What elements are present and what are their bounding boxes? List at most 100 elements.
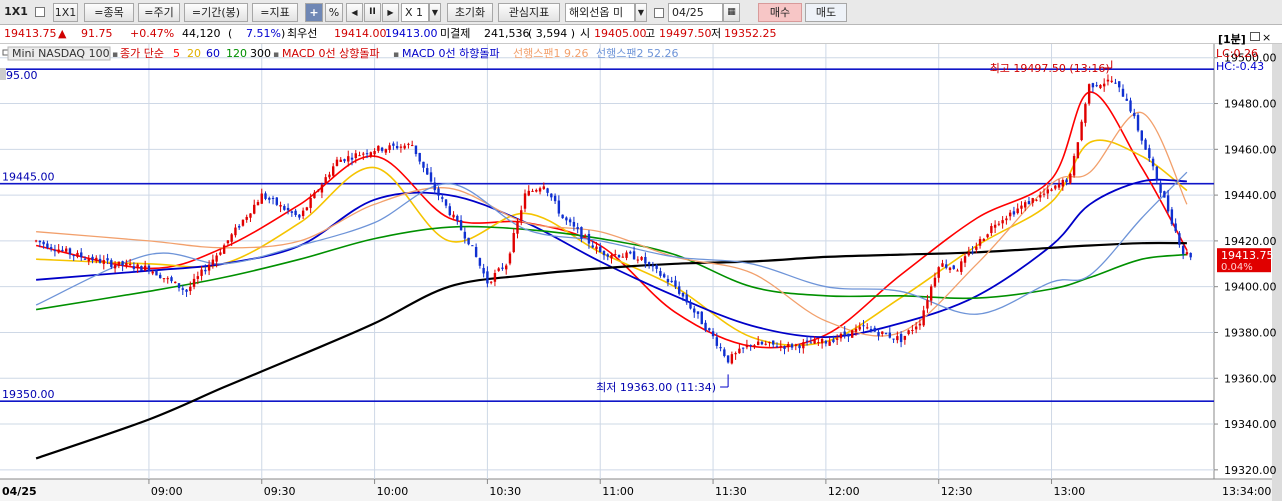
candle-body bbox=[230, 234, 233, 242]
candle-body bbox=[362, 153, 365, 155]
candle-body bbox=[410, 145, 414, 147]
candle-body bbox=[38, 240, 42, 243]
reset-button[interactable]: 초기화 bbox=[447, 3, 493, 22]
candle-body bbox=[1080, 121, 1083, 141]
candle-body bbox=[441, 197, 444, 199]
candle-body bbox=[369, 152, 373, 157]
sell-button[interactable]: 매도 bbox=[805, 3, 847, 22]
candle-body bbox=[753, 345, 756, 348]
layout-1x1-button[interactable]: 1X1 bbox=[53, 3, 78, 22]
candle-body bbox=[685, 294, 688, 303]
product-dropdown-icon[interactable]: ▼ bbox=[635, 3, 647, 22]
restore-icon[interactable] bbox=[1250, 32, 1260, 41]
candle-body bbox=[309, 197, 312, 208]
candle-body bbox=[877, 331, 880, 336]
volume-paren-close: ) bbox=[281, 27, 286, 40]
vertical-scrollbar[interactable] bbox=[1272, 44, 1282, 501]
product-select[interactable]: 해외선옵 미 bbox=[565, 3, 635, 22]
candle-body bbox=[696, 311, 700, 314]
candle-body bbox=[471, 245, 474, 247]
candle-body bbox=[1148, 148, 1151, 159]
candle-body bbox=[234, 227, 237, 236]
candle-body bbox=[768, 342, 771, 344]
candle-body bbox=[704, 322, 707, 331]
candle-body bbox=[1050, 189, 1053, 191]
ma-legend-title: 종가 단순 bbox=[120, 47, 164, 60]
y-tick-label: 19400.00 bbox=[1224, 281, 1277, 294]
buy-button[interactable]: 매수 bbox=[758, 3, 802, 22]
candle-body bbox=[802, 342, 805, 349]
candle-body bbox=[892, 338, 895, 340]
candle-body bbox=[666, 278, 670, 283]
item-button[interactable]: =종목 bbox=[84, 3, 134, 22]
zoom-dropdown-icon[interactable]: ▼ bbox=[429, 3, 441, 22]
candle-body bbox=[734, 353, 737, 355]
zoom-select[interactable]: X 1 bbox=[401, 3, 429, 22]
candle-body bbox=[1005, 218, 1008, 221]
candle-body bbox=[106, 258, 109, 261]
y-tick-label: 19420.00 bbox=[1224, 235, 1277, 248]
x-tick-label: 09:30 bbox=[264, 485, 296, 498]
high-label: 고 bbox=[645, 27, 656, 40]
candle-body bbox=[986, 234, 989, 238]
candle-body bbox=[587, 233, 591, 244]
close-icon[interactable]: × bbox=[1262, 31, 1271, 44]
cycle-button[interactable]: =주기 bbox=[138, 3, 180, 22]
candle-body bbox=[644, 256, 647, 264]
candle-body bbox=[219, 252, 222, 255]
candle-body bbox=[1102, 83, 1106, 87]
percent-button[interactable]: % bbox=[325, 3, 343, 22]
candle-body bbox=[971, 251, 974, 253]
candle-body bbox=[997, 223, 1001, 225]
watch-indicator-button[interactable]: 관심지표 bbox=[498, 3, 560, 22]
timeframe-label[interactable]: [1분] bbox=[1218, 31, 1246, 47]
candle-body bbox=[824, 340, 828, 344]
candle-body bbox=[204, 269, 207, 272]
candle-body bbox=[1155, 166, 1159, 181]
candle-body bbox=[162, 278, 166, 280]
candle-body bbox=[256, 202, 260, 206]
chart-area[interactable]: 19445.00 19350.00 최고 19497.50 (13:16) 최저 1… bbox=[0, 31, 1282, 501]
candle-body bbox=[433, 182, 436, 191]
candle-body bbox=[858, 326, 861, 330]
candle-body bbox=[87, 258, 90, 262]
candle-body bbox=[1008, 212, 1012, 217]
date-checkbox[interactable] bbox=[654, 8, 664, 18]
candle-body bbox=[1012, 211, 1016, 215]
candle-body bbox=[1031, 198, 1034, 203]
pause-button[interactable]: II bbox=[364, 3, 381, 22]
candle-body bbox=[881, 331, 884, 334]
period-button[interactable]: =기간(봉) bbox=[184, 3, 248, 22]
candle-body bbox=[851, 330, 854, 338]
candle-body bbox=[738, 348, 741, 354]
layout-label[interactable]: 1X1 bbox=[3, 3, 29, 22]
candle-body bbox=[888, 332, 892, 338]
up-arrow-icon: ▲ bbox=[58, 27, 67, 40]
candle-body bbox=[512, 232, 515, 252]
candle-body bbox=[580, 226, 583, 239]
candle-body bbox=[975, 246, 978, 250]
x-tick-label: 12:00 bbox=[828, 485, 860, 498]
date-input[interactable]: 04/25 bbox=[668, 3, 723, 22]
candle-body bbox=[98, 258, 102, 263]
price-chart[interactable]: 19445.00 19350.00 최고 19497.50 (13:16) 최저 1… bbox=[0, 44, 1282, 501]
current-price-label: 19413.75 bbox=[1221, 249, 1274, 262]
candle-body bbox=[1166, 195, 1170, 212]
calendar-icon[interactable]: ▦ bbox=[723, 3, 740, 22]
prev-button[interactable]: ◀ bbox=[346, 3, 363, 22]
next-button[interactable]: ▶ bbox=[382, 3, 399, 22]
candle-body bbox=[117, 261, 121, 267]
candle-body bbox=[437, 188, 440, 196]
best-ask: 19414.00 bbox=[334, 27, 387, 40]
crosshair-button[interactable]: + bbox=[305, 3, 323, 22]
indicator-button[interactable]: =지표 bbox=[252, 3, 298, 22]
candle-body bbox=[1091, 83, 1095, 88]
candle-body bbox=[1129, 100, 1132, 112]
layout-checkbox[interactable] bbox=[35, 7, 45, 17]
candle-body bbox=[647, 262, 651, 265]
legend-bullet-icon: ▪ bbox=[112, 50, 118, 60]
candle-body bbox=[839, 333, 843, 339]
candle-body bbox=[283, 206, 286, 210]
candle-body bbox=[83, 258, 87, 260]
candle-body bbox=[1061, 180, 1065, 187]
